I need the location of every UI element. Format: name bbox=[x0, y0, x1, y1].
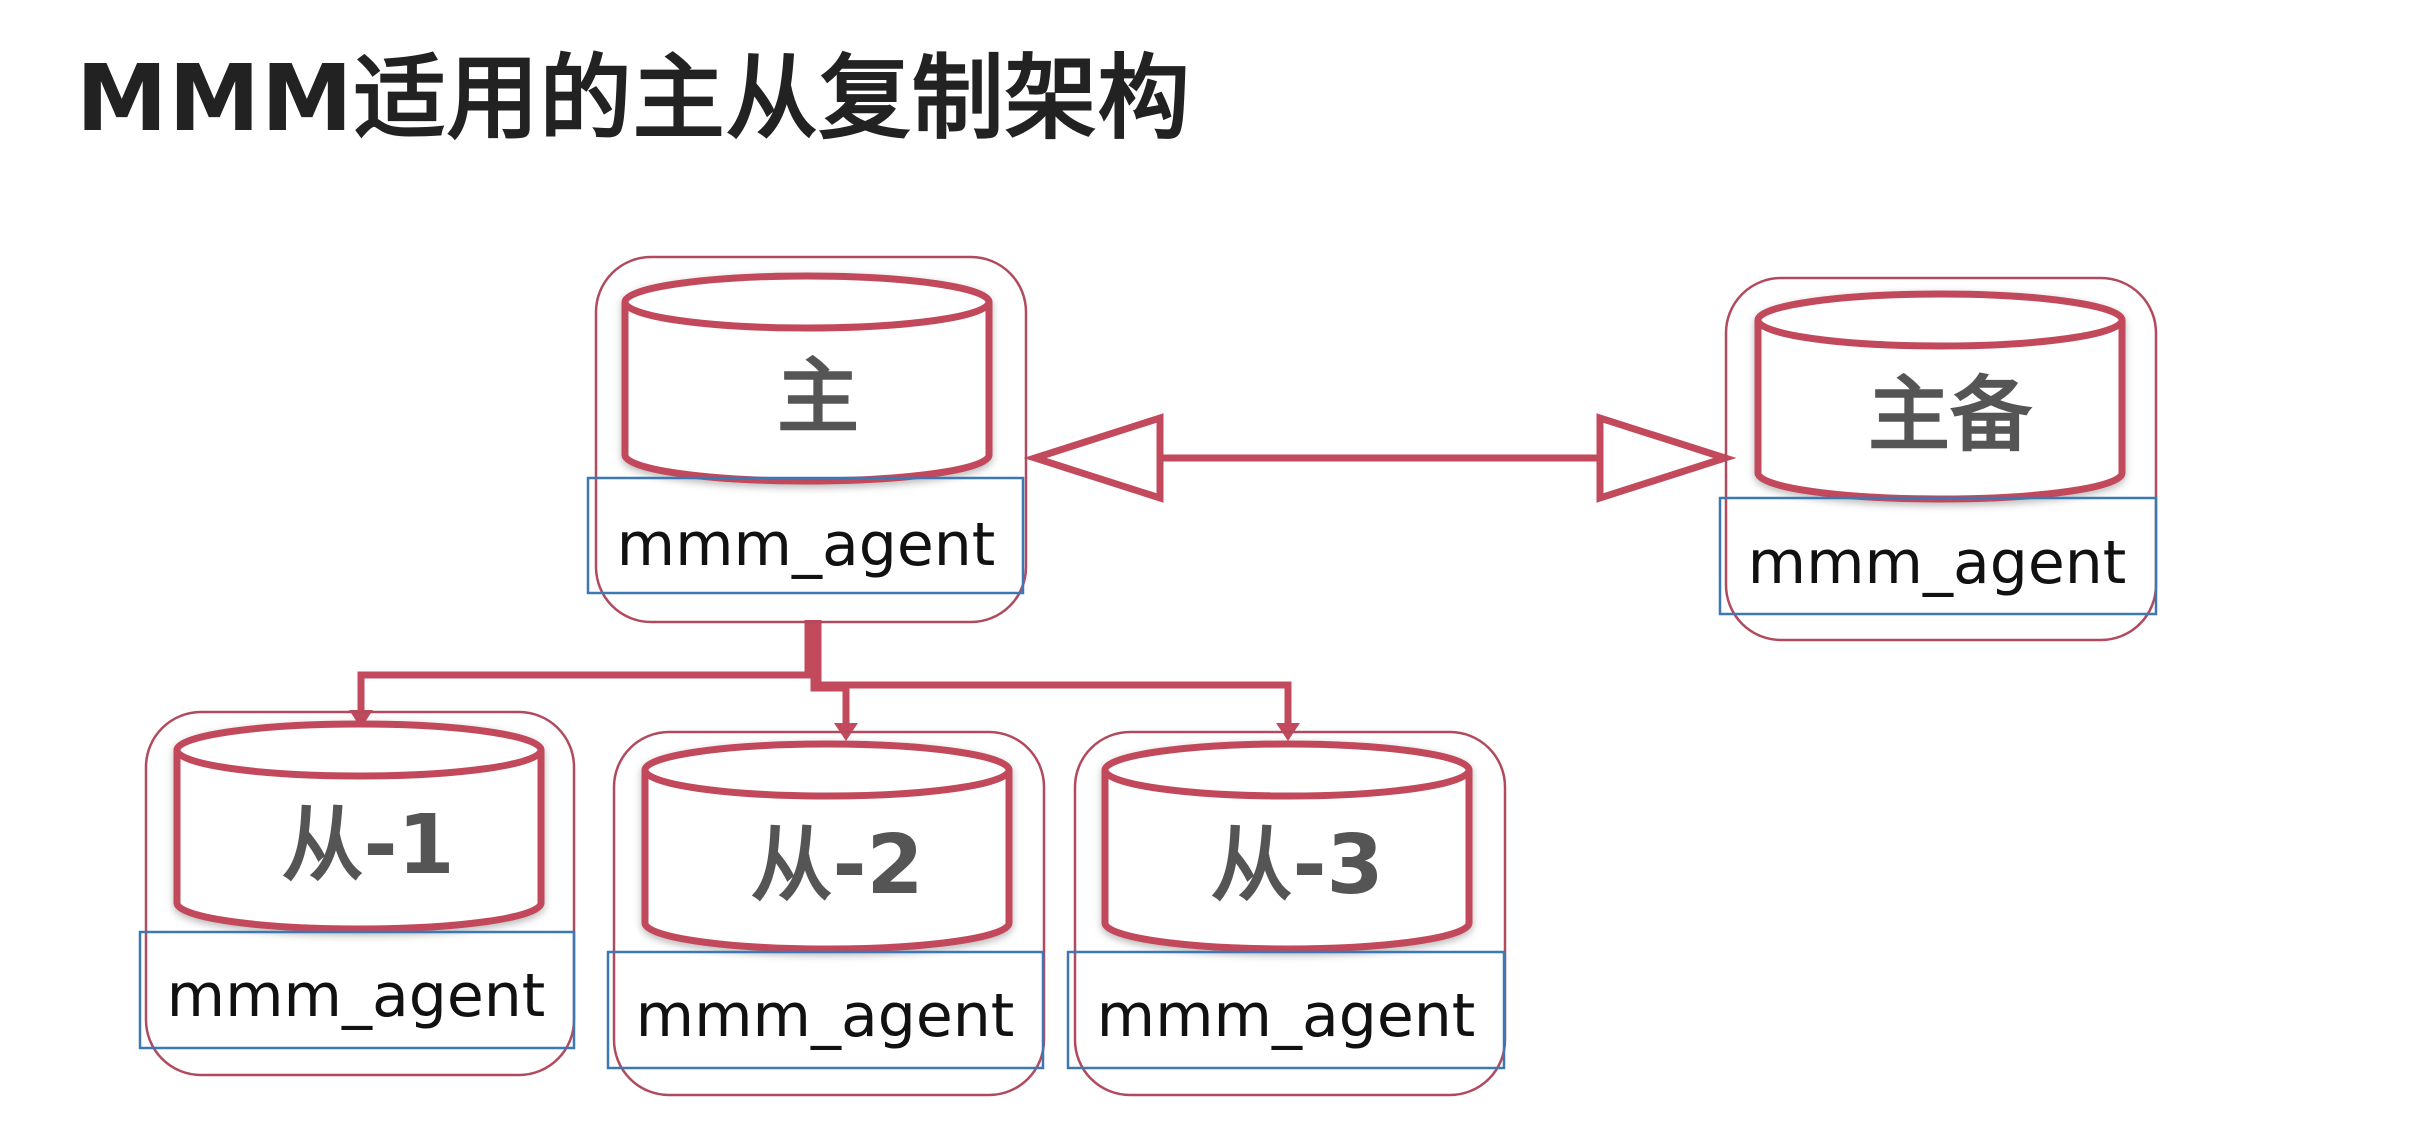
edge-master-slave-3 bbox=[814, 620, 1300, 741]
node-label: 从-3 bbox=[1210, 818, 1383, 913]
agent-label: mmm_agent bbox=[636, 981, 1015, 1051]
node-label: 主备 bbox=[1868, 368, 2033, 463]
arrowhead-right bbox=[1596, 413, 1737, 503]
node-master[interactable]: 主 mmm_agent bbox=[586, 255, 1028, 624]
node-slave-2[interactable]: 从-2 mmm_agent bbox=[606, 730, 1046, 1097]
agent-label: mmm_agent bbox=[167, 961, 546, 1031]
agent-label: mmm_agent bbox=[617, 510, 996, 580]
node-slave-1[interactable]: 从-1 mmm_agent bbox=[138, 710, 576, 1077]
node-slave-3[interactable]: 从-3 mmm_agent bbox=[1066, 730, 1507, 1097]
arrowhead-left bbox=[1023, 413, 1164, 503]
node-label: 从-1 bbox=[281, 798, 454, 893]
agent-label: mmm_agent bbox=[1748, 528, 2127, 598]
architecture-diagram: 主 mmm_agent 主备 mmm_agent 从-1 mmm_agent 从… bbox=[138, 255, 2158, 1097]
edge-master-standby bbox=[1023, 413, 1737, 503]
node-label: 主 bbox=[777, 350, 859, 445]
agent-label: mmm_agent bbox=[1097, 981, 1476, 1051]
node-standby[interactable]: 主备 mmm_agent bbox=[1718, 276, 2158, 642]
connectors bbox=[349, 413, 1737, 741]
node-label: 从-2 bbox=[750, 818, 923, 913]
